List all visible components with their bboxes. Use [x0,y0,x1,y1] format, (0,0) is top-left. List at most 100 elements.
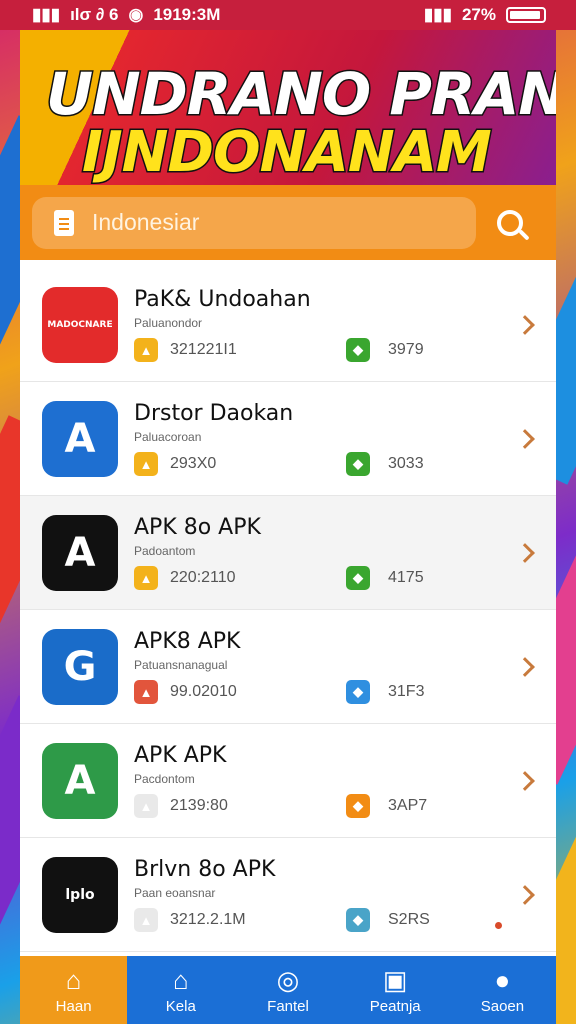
signal-icon: ▮▮▮ [32,5,61,24]
app-info: Brlvn 8o APK Paan eoansnar ▲ 3212.2.1M ◆… [134,857,518,932]
search-bar: Indonesiar [20,185,556,260]
app-downloads: 99.02010 [170,683,237,700]
app-meta: ▲ 321221I1 ◆ 3979 [134,338,518,362]
rating-icon: ◆ [346,794,370,818]
status-left-text: ılσ ∂ 6 [70,5,119,24]
app-icon-glyph: A [64,529,96,576]
downloads-icon: ▲ [134,794,158,818]
app-downloads: 321221I1 [170,341,237,358]
chevron-right-icon[interactable] [515,314,535,335]
app-icon-glyph: A [64,757,96,804]
blue-a-icon[interactable]: A [42,400,118,477]
home-icon: ⌂ [65,964,82,995]
rating-icon: ◆ [346,908,370,932]
rating-icon: ◆ [346,566,370,590]
promo-banner: UNDRANO PRAN IJNDONANAM [20,30,556,185]
app-icon-glyph: A [64,415,96,462]
battery-percent: 27% [461,5,496,24]
app-icon-glyph: G [63,643,97,690]
app-info: PaK& Undoahan Paluanondor ▲ 321221I1 ◆ 3… [134,287,518,362]
user-icon: ● [494,964,511,995]
search-button[interactable] [476,209,544,236]
app-developer: Pacdontom [134,772,195,786]
app-developer: Paluanondor [134,316,203,330]
downloads-icon: ▲ [134,680,158,704]
grid-icon: ▣ [382,964,408,995]
app-list-item[interactable]: A APK 8o APK Padoantom ▲ 220:2110 ◆ 4175 [20,496,556,610]
notification-dot [495,922,502,929]
nav-item-fantel[interactable]: ◎ Fantel [234,956,341,1024]
app-meta: ▲ 99.02010 ◆ 31F3 [134,680,518,704]
black-red-a-icon[interactable]: lplo [42,856,118,933]
search-icon [497,209,523,236]
battery-icon [506,7,546,23]
banner-title-line1: UNDRANO PRAN [45,59,557,130]
app-info: APK 8o APK Padoantom ▲ 220:2110 ◆ 4175 [134,515,518,590]
app-developer: Patuansnanagual [134,658,228,672]
app-info: APK APK Pacdontom ▲ 2139:80 ◆ 3AP7 [134,743,518,818]
wifi-icon: ◉ [128,5,144,24]
document-icon [54,209,74,236]
search-input[interactable]: Indonesiar [32,196,476,249]
nav-item-haan[interactable]: ⌂ Haan [20,956,128,1024]
app-downloads: 2139:80 [170,797,228,814]
app-list-item[interactable]: MADOCNARE PaK& Undoahan Paluanondor ▲ 32… [20,268,556,382]
app-downloads: 3212.2.1M [170,911,246,928]
rating-icon: ◆ [346,452,370,476]
downloads-icon: ▲ [134,452,158,476]
banner-title-line2: IJNDONANAM [81,119,494,186]
chevron-right-icon[interactable] [515,542,535,563]
downloads-icon: ▲ [134,566,158,590]
chevron-right-icon[interactable] [515,428,535,449]
app-list-item[interactable]: lplo Brlvn 8o APK Paan eoansnar ▲ 3212.2… [20,838,556,952]
red-badge-icon[interactable]: MADOCNARE [42,286,118,363]
app-rating: S2RS [388,911,430,928]
phone-screen: ▮▮▮ ılσ ∂ 6 ◉ 1919:3M ▮▮▮ 27% UNDRANO PR… [0,0,576,1024]
black-a-icon[interactable]: A [42,514,118,591]
chevron-right-icon[interactable] [515,656,535,677]
app-name: APK 8o APK [134,515,261,540]
app-name: PaK& Undoahan [134,287,311,312]
search-placeholder: Indonesiar [92,209,200,235]
chevron-right-icon[interactable] [515,884,535,905]
nav-item-saoen[interactable]: ● Saoen [449,956,556,1024]
green-a-icon[interactable]: A [42,742,118,819]
nav-item-peatnja[interactable]: ▣ Peatnja [342,956,449,1024]
nav-label: Saoen [480,997,525,1015]
app-list-item[interactable]: G APK8 APK Patuansnanagual ▲ 99.02010 ◆ … [20,610,556,724]
nav-label: Fantel [267,997,309,1015]
app-name: Drstor Daokan [134,401,294,426]
house-icon: ⌂ [172,964,189,995]
nav-label: Haan [55,997,92,1015]
app-info: APK8 APK Patuansnanagual ▲ 99.02010 ◆ 31… [134,629,518,704]
app-list-item[interactable]: A APK APK Pacdontom ▲ 2139:80 ◆ 3AP7 [20,724,556,838]
app-name: Brlvn 8o APK [134,857,276,882]
app-developer: Padoantom [134,544,196,558]
app-developer: Paluacoroan [134,430,202,444]
app-downloads: 293X0 [170,455,217,472]
app-rating: 3033 [388,455,424,472]
app-name: APK8 APK [134,629,241,654]
downloads-icon: ▲ [134,338,158,362]
cell-signal-icon: ▮▮▮ [423,5,452,24]
app-name: APK APK [134,743,227,768]
app-meta: ▲ 2139:80 ◆ 3AP7 [134,794,518,818]
app-developer: Paan eoansnar [134,886,216,900]
rating-icon: ◆ [346,338,370,362]
app-list-item[interactable]: A Drstor Daokan Paluacoroan ▲ 293X0 ◆ 30… [20,382,556,496]
app-list: MADOCNARE PaK& Undoahan Paluanondor ▲ 32… [20,260,556,956]
app-meta: ▲ 3212.2.1M ◆ S2RS [134,908,518,932]
app-icon-glyph: lplo [65,886,95,903]
app-rating: 3979 [388,341,424,358]
status-time: 1919:3M [153,5,221,24]
compass-icon: ◎ [276,964,300,995]
app-rating: 4175 [388,569,424,586]
app-downloads: 220:2110 [170,569,236,586]
nav-label: Kela [165,997,196,1015]
app-meta: ▲ 220:2110 ◆ 4175 [134,566,518,590]
nav-item-kela[interactable]: ⌂ Kela [127,956,234,1024]
app-icon-glyph: MADOCNARE [47,319,113,330]
blue-flag-icon[interactable]: G [42,628,118,705]
chevron-right-icon[interactable] [515,770,535,791]
nav-label: Peatnja [369,997,421,1015]
